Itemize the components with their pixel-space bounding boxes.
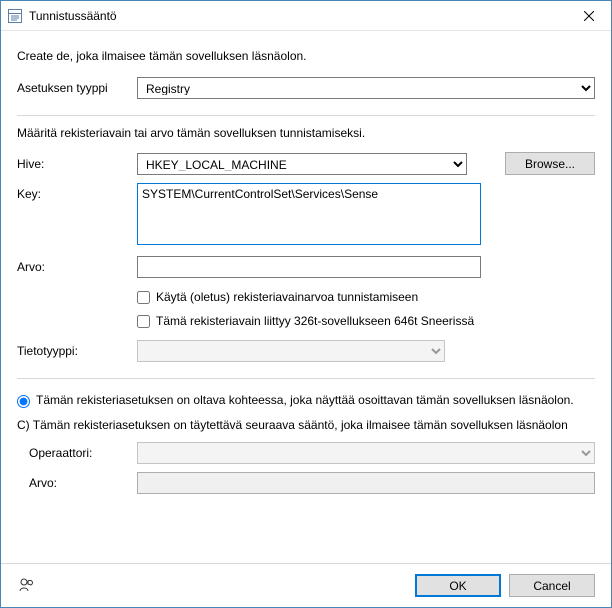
sub-description: Määritä rekisteriavain tai arvo tämän so… <box>17 126 595 140</box>
value2-input <box>137 472 595 494</box>
divider <box>17 115 595 116</box>
radio-exist[interactable] <box>17 395 30 408</box>
use-default-checkbox-row: Käytä (oletus) rekisteriavainarvoa tunni… <box>137 290 595 304</box>
close-button[interactable] <box>566 1 611 31</box>
browse-button[interactable]: Browse... <box>505 152 595 175</box>
content-area: Create de, joka ilmaisee tämän sovelluks… <box>1 31 611 563</box>
operator-label: Operaattori: <box>29 446 137 460</box>
use-default-label: Käytä (oletus) rekisteriavainarvoa tunni… <box>156 290 418 304</box>
setting-type-label: Asetuksen tyyppi <box>17 81 137 95</box>
feedback-icon[interactable] <box>17 576 37 596</box>
datatype-label: Tietotyyppi: <box>17 344 137 358</box>
use-default-checkbox[interactable] <box>137 291 150 304</box>
footer: OK Cancel <box>1 563 611 607</box>
radio-exist-label: Tämän rekisteriasetuksen on oltava kohte… <box>36 393 595 407</box>
close-icon <box>584 11 594 21</box>
titlebar: Tunnistussääntö <box>1 1 611 31</box>
setting-type-select[interactable]: Registry <box>137 77 595 99</box>
cancel-button[interactable]: Cancel <box>509 574 595 597</box>
value-input[interactable] <box>137 256 481 278</box>
operator-select <box>137 442 595 464</box>
value-row: Arvo: <box>17 256 595 278</box>
value2-label: Arvo: <box>29 476 137 490</box>
hive-label: Hive: <box>17 157 137 171</box>
value-label: Arvo: <box>17 260 137 274</box>
assoc-label: Tämä rekisteriavain liittyy 326t-sovellu… <box>156 314 474 328</box>
datatype-select <box>137 340 445 362</box>
hive-row: Hive: HKEY_LOCAL_MACHINE Browse... <box>17 152 595 175</box>
assoc-checkbox[interactable] <box>137 315 150 328</box>
window-title: Tunnistussääntö <box>29 9 566 23</box>
operator-row: Operaattori: <box>29 442 595 464</box>
app-icon <box>7 8 23 24</box>
rule-c-group: Operaattori: Arvo: <box>17 442 595 502</box>
description-text: Create de, joka ilmaisee tämän sovelluks… <box>17 49 595 63</box>
hive-select[interactable]: HKEY_LOCAL_MACHINE <box>137 153 467 175</box>
value2-row: Arvo: <box>29 472 595 494</box>
key-row: Key: SYSTEM\CurrentControlSet\Services\S… <box>17 183 595 248</box>
setting-type-row: Asetuksen tyyppi Registry <box>17 77 595 99</box>
divider-2 <box>17 378 595 379</box>
key-label: Key: <box>17 183 137 201</box>
assoc-checkbox-row: Tämä rekisteriavain liittyy 326t-sovellu… <box>137 314 595 328</box>
rule-c-label: C) Tämän rekisteriasetuksen on täytettäv… <box>17 418 595 432</box>
datatype-row: Tietotyyppi: <box>17 340 595 362</box>
dialog-window: Tunnistussääntö Create de, joka ilmaisee… <box>0 0 612 608</box>
radio-exist-row: Tämän rekisteriasetuksen on oltava kohte… <box>17 393 595 408</box>
ok-button[interactable]: OK <box>415 574 501 597</box>
key-input[interactable]: SYSTEM\CurrentControlSet\Services\Sense <box>137 183 481 245</box>
